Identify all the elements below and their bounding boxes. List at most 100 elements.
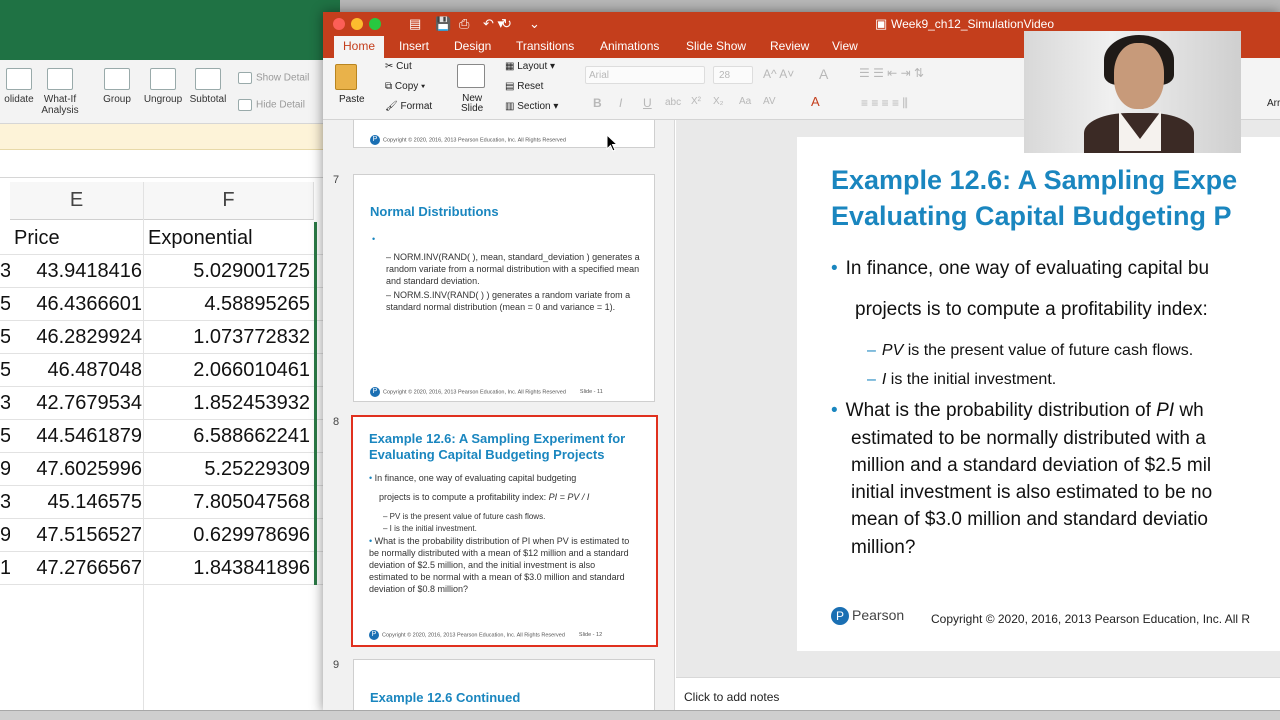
slide-bullet-continued[interactable]: projects is to compute a profitability i… xyxy=(855,299,1208,321)
slide-thumbnail-9[interactable]: Example 12.6 Continued xyxy=(353,659,655,712)
section-button[interactable]: ▥ Section ▾ xyxy=(505,101,558,112)
cell[interactable]: 47.5156527 xyxy=(12,524,142,547)
arrange-label[interactable]: Arr xyxy=(1267,98,1280,109)
table-row[interactable]: 9 47.5156527 0.629978696 xyxy=(0,519,330,552)
zoom-window-button[interactable] xyxy=(369,18,381,30)
underline-icon[interactable]: U xyxy=(643,96,652,110)
show-detail-button[interactable]: Show Detail xyxy=(238,72,309,84)
group-button[interactable]: Group xyxy=(100,68,134,105)
slide-bullet[interactable]: • What is the probability distribution of… xyxy=(831,400,1204,422)
slide-text-line[interactable]: estimated to be normally distributed wit… xyxy=(851,428,1206,450)
cell[interactable]: 5 xyxy=(0,326,10,349)
cell[interactable]: 3 xyxy=(0,491,10,514)
notes-pane[interactable]: Click to add notes xyxy=(676,677,1280,712)
cut-button[interactable]: ✂ Cut xyxy=(385,61,412,72)
cell[interactable]: 46.4366601 xyxy=(12,293,142,316)
format-painter-button[interactable]: 🖌 Format xyxy=(385,101,432,112)
table-row[interactable]: 5 46.2829924 1.073772832 xyxy=(0,321,330,354)
cell[interactable]: 5.25229309 xyxy=(146,458,310,481)
cell[interactable]: 46.2829924 xyxy=(12,326,142,349)
new-slide-icon[interactable] xyxy=(457,64,485,88)
redo-icon[interactable]: ↻ xyxy=(501,16,512,32)
table-row[interactable]: 5 44.5461879 6.588662241 xyxy=(0,420,330,453)
cell[interactable]: 6.588662241 xyxy=(146,425,310,448)
slide-text-line[interactable]: million? xyxy=(851,537,915,559)
character-spacing-icon[interactable]: AV xyxy=(763,96,776,107)
current-slide[interactable]: Example 12.6: A Sampling Expe Evaluating… xyxy=(797,137,1280,651)
close-window-button[interactable] xyxy=(333,18,345,30)
tab-home[interactable]: Home xyxy=(334,36,385,58)
sidebar-toggle-icon[interactable]: ▤ xyxy=(409,16,421,32)
table-row[interactable]: 1 47.2766567 1.843841896 xyxy=(0,552,330,585)
ungroup-button[interactable]: Ungroup xyxy=(142,68,184,105)
italic-icon[interactable]: I xyxy=(619,96,622,110)
table-row[interactable]: 5 46.4366601 4.58895265 xyxy=(0,288,330,321)
new-slide-label[interactable]: New Slide xyxy=(461,94,483,114)
column-header-e[interactable]: E xyxy=(10,182,144,220)
tab-view[interactable]: View xyxy=(832,39,858,53)
cell[interactable]: 1.073772832 xyxy=(146,326,310,349)
slide-title-line-1[interactable]: Example 12.6: A Sampling Expe xyxy=(831,165,1237,196)
tab-insert[interactable]: Insert xyxy=(399,39,429,53)
slide-text-line[interactable]: million and a standard deviation of $2.5… xyxy=(851,455,1211,477)
cell[interactable]: 3 xyxy=(0,260,10,283)
what-if-analysis-button[interactable]: What-If Analysis xyxy=(40,68,80,116)
cell[interactable]: 46.487048 xyxy=(12,359,142,382)
cell[interactable]: 1.852453932 xyxy=(146,392,310,415)
table-row[interactable]: 3 45.146575 7.805047568 xyxy=(0,486,330,519)
cell[interactable]: 45.146575 xyxy=(12,491,142,514)
save-icon[interactable]: 💾 xyxy=(435,16,451,32)
cell[interactable]: 9 xyxy=(0,524,10,547)
table-row[interactable]: 5 46.487048 2.066010461 xyxy=(0,354,330,387)
slide-bullet[interactable]: • In finance, one way of evaluating capit… xyxy=(831,258,1209,280)
slide-sub-bullet[interactable]: – PV is the present value of future cash … xyxy=(867,342,1193,360)
tab-review[interactable]: Review xyxy=(770,39,809,53)
tab-animations[interactable]: Animations xyxy=(600,39,659,53)
strikethrough-icon[interactable]: abc xyxy=(665,97,681,108)
cell[interactable]: 5.029001725 xyxy=(146,260,310,283)
slide-editor[interactable]: Example 12.6: A Sampling Expe Evaluating… xyxy=(676,120,1280,712)
hide-detail-button[interactable]: Hide Detail xyxy=(238,99,305,111)
cell[interactable]: 0.629978696 xyxy=(146,524,310,547)
cell[interactable]: 4.58895265 xyxy=(146,293,310,316)
notes-placeholder[interactable]: Click to add notes xyxy=(684,690,779,704)
tab-design[interactable]: Design xyxy=(454,39,491,53)
cell[interactable]: 1 xyxy=(0,557,10,580)
paste-label[interactable]: Paste xyxy=(339,94,365,105)
font-size-select[interactable]: 28 xyxy=(713,66,753,84)
dock[interactable] xyxy=(0,710,1280,720)
bullets-icon[interactable]: ☰ ☰ ⇤ ⇥ ⇅ xyxy=(859,66,924,80)
header-price[interactable]: Price xyxy=(14,227,144,250)
font-family-select[interactable]: Arial xyxy=(585,66,705,84)
table-row[interactable]: 3 43.9418416 5.029001725 xyxy=(0,255,330,288)
column-header-f[interactable]: F xyxy=(144,182,314,220)
slide-sub-bullet[interactable]: – I is the initial investment. xyxy=(867,371,1056,389)
tab-slide-show[interactable]: Slide Show xyxy=(686,39,746,53)
subtotal-button[interactable]: Subtotal xyxy=(188,68,228,105)
formula-bar[interactable] xyxy=(0,150,340,178)
paste-icon[interactable] xyxy=(335,64,357,90)
slide-thumbnail-7[interactable]: Normal Distributions • – NORM.INV(RAND( … xyxy=(353,174,655,402)
slide-text-line[interactable]: initial investment is also estimated to … xyxy=(851,482,1212,504)
subscript-icon[interactable]: X₂ xyxy=(713,96,724,107)
consolidate-button[interactable]: olidate xyxy=(0,68,38,105)
cell[interactable]: 5 xyxy=(0,425,10,448)
change-case-icon[interactable]: Aa xyxy=(739,96,751,107)
table-row[interactable]: 3 42.7679534 1.852453932 xyxy=(0,387,330,420)
reset-button[interactable]: ▤ Reset xyxy=(505,81,543,92)
bold-icon[interactable]: B xyxy=(593,96,602,110)
copy-button[interactable]: ⧉ Copy ▾ xyxy=(385,81,425,92)
tab-transitions[interactable]: Transitions xyxy=(516,39,574,53)
font-color-icon[interactable]: A xyxy=(811,94,820,109)
cell[interactable]: 9 xyxy=(0,458,10,481)
header-exponential[interactable]: Exponential xyxy=(148,227,312,250)
cell[interactable]: 7.805047568 xyxy=(146,491,310,514)
customize-toolbar-icon[interactable]: ⌄ xyxy=(529,16,540,32)
slide-text-line[interactable]: mean of $3.0 million and standard deviat… xyxy=(851,509,1208,531)
superscript-icon[interactable]: X² xyxy=(691,96,701,107)
cell[interactable]: 44.5461879 xyxy=(12,425,142,448)
print-icon[interactable]: ⎙ xyxy=(459,16,469,32)
cell[interactable]: 42.7679534 xyxy=(12,392,142,415)
minimize-window-button[interactable] xyxy=(351,18,363,30)
layout-button[interactable]: ▦ Layout ▾ xyxy=(505,61,555,72)
